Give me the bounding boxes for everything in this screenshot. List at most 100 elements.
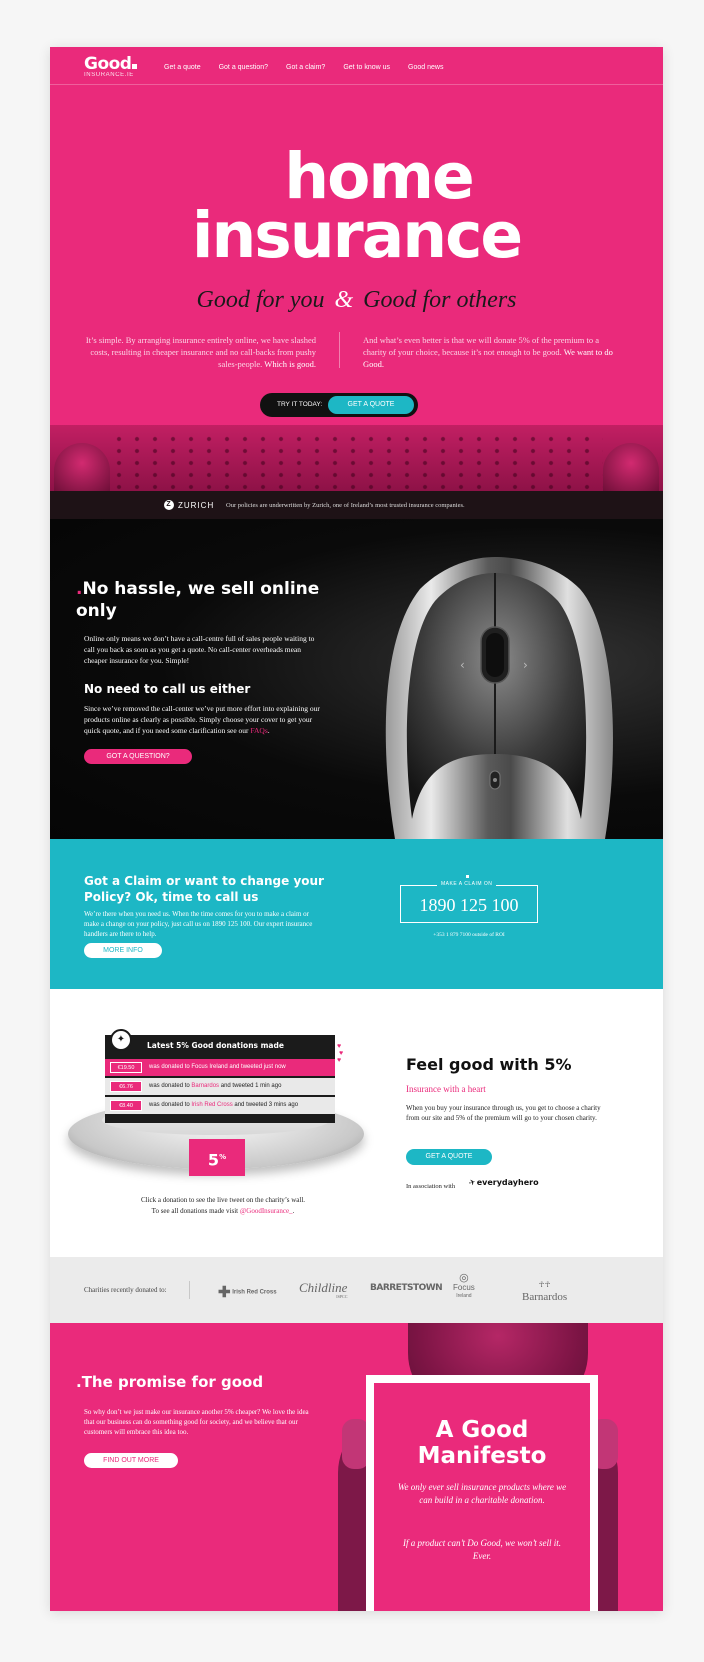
charities-bar: Charities recently donated to: ✚ Irish R… — [50, 1257, 663, 1323]
charity-logo-childline[interactable]: Childline ISPCC — [299, 1280, 347, 1299]
donation-amount: €6.76 — [110, 1081, 142, 1092]
focus-swirl-icon: ◎ — [459, 1272, 469, 1284]
svg-text:‹: ‹ — [460, 658, 465, 672]
donation-text-post: and tweeted 3 mins ago — [232, 1102, 299, 1108]
svg-text:›: › — [523, 658, 528, 672]
charity-logo-focus-ireland[interactable]: ◎ Focus Ireland — [453, 1272, 475, 1301]
promise-section: .The promise for good So why don’t we ju… — [50, 1323, 663, 1611]
manifesto-card: A Good Manifesto We only ever sell insur… — [366, 1375, 598, 1611]
donation-charity: Barnardos — [191, 1083, 220, 1089]
try-it-today-label: TRY IT TODAY: — [277, 401, 323, 408]
donations-section: Latest 5% Good donations made €19.50 was… — [50, 989, 663, 1257]
online-only-section: .No hassle, we sell online only Online o… — [50, 519, 663, 839]
charity-logo-barretstown[interactable]: BARRETSTOWN — [370, 1283, 443, 1293]
tagline-left: Good for you — [196, 287, 325, 313]
quote-pill: TRY IT TODAY: GET A QUOTE — [260, 393, 418, 417]
charity-logo-barnardos[interactable]: ☥☥ Barnardos — [522, 1279, 567, 1303]
nav-link-got-a-question[interactable]: Got a question? — [219, 64, 268, 71]
donation-row[interactable]: €19.50 was donated to Focus Ireland and … — [105, 1059, 335, 1076]
everydayhero-logo[interactable]: ✈everydayhero — [467, 1177, 539, 1188]
manifesto-title: A Good Manifesto — [417, 1417, 547, 1469]
more-info-button[interactable]: MORE INFO — [84, 943, 162, 958]
logo-text: Good — [84, 54, 132, 74]
logo-dot — [132, 64, 138, 69]
donation-text: was donated to Irish Red Cross and tweet… — [149, 1097, 298, 1114]
barnardos-figures-icon: ☥☥ — [538, 1280, 551, 1289]
association-label: In association with — [406, 1183, 456, 1190]
donations-note-line1: Click a donation to see the live tweet o… — [140, 1196, 306, 1204]
tagline: Good for you & Good for others — [50, 287, 663, 314]
five-percent-sign: % — [219, 1153, 227, 1161]
hero-get-quote-button[interactable]: GET A QUOTE — [328, 396, 414, 414]
donation-text-pre: was donated to Focus Ireland and tweeted… — [149, 1064, 286, 1070]
intro-divider — [339, 332, 340, 368]
donation-row[interactable]: €6.76 was donated to Barnardos and tweet… — [105, 1078, 335, 1095]
tagline-ampersand: & — [334, 287, 354, 313]
donation-row[interactable]: €8.40 was donated to Irish Red Cross and… — [105, 1097, 335, 1114]
promise-body: So why don’t we just make our insurance … — [84, 1408, 309, 1436]
red-cross-icon: ✚ — [218, 1284, 231, 1301]
find-out-more-button[interactable]: FIND OUT MORE — [84, 1453, 178, 1468]
hearts-icon: ♥ ♥ ♥ — [337, 1043, 344, 1064]
claim-box-label: MAKE A CLAIM ON — [437, 881, 497, 887]
charity-logo-irish-red-cross[interactable]: ✚ Irish Red Cross — [218, 1283, 277, 1301]
twitter-icon: ✦ — [110, 1029, 132, 1051]
mouse-image: ‹ › — [385, 557, 613, 839]
feel-good-heading: Feel good with 5% — [406, 1055, 572, 1074]
claim-section: Got a Claim or want to change your Polic… — [50, 839, 663, 989]
charities-divider — [189, 1281, 190, 1299]
sofa-arm-left — [54, 443, 110, 491]
donation-text-pre: was donated to — [149, 1083, 192, 1089]
donations-note-end: . — [292, 1207, 295, 1215]
claim-alt-number: +353 1 879 7100 outside of ROI — [433, 932, 505, 938]
zurich-text: Our policies are underwritten by Zurich,… — [226, 502, 465, 509]
claim-phone-number[interactable]: 1890 125 100 — [401, 895, 537, 916]
five-value: 5 — [207, 1150, 220, 1170]
zurich-icon: Z — [164, 500, 174, 510]
page: Good INSURANCE.IE Get a quote Got a ques… — [50, 47, 663, 1611]
hero-section: Good INSURANCE.IE Get a quote Got a ques… — [50, 47, 663, 519]
donation-text: was donated to Barnardos and tweeted 1 m… — [149, 1078, 281, 1095]
donation-amount: €19.50 — [110, 1062, 142, 1073]
claim-heading: Got a Claim or want to change your Polic… — [84, 874, 324, 904]
intro-right: And what’s even better is that we will d… — [363, 334, 613, 370]
nav-link-good-news[interactable]: Good news — [408, 64, 443, 71]
donations-screen: Latest 5% Good donations made €19.50 was… — [105, 1035, 335, 1123]
top-nav: Good INSURANCE.IE Get a quote Got a ques… — [50, 47, 663, 85]
everydayhero-icon: ✈ — [467, 1177, 478, 1188]
donation-amount: €8.40 — [110, 1100, 142, 1111]
twitter-handle-link[interactable]: @GoodInsurance_ — [240, 1207, 293, 1215]
nav-links: Get a quote Got a question? Got a claim?… — [164, 64, 443, 71]
manifesto-paragraph-2: If a product can’t Do Good, we won’t sel… — [403, 1538, 561, 1561]
claim-dot — [466, 875, 469, 878]
claim-number-box: MAKE A CLAIM ON 1890 125 100 — [400, 881, 538, 923]
sofa-image — [50, 425, 663, 491]
donations-note: Click a donation to see the live tweet o… — [105, 1195, 341, 1217]
nav-link-get-to-know-us[interactable]: Get to know us — [343, 64, 390, 71]
charity-subname: Ireland — [456, 1293, 472, 1299]
claim-body: We’re there when you need us. When the t… — [84, 910, 313, 938]
zurich-bar: Z ZURICH Our policies are underwritten b… — [50, 491, 663, 519]
manifesto-paragraph-1: We only ever sell insurance products whe… — [397, 1482, 567, 1505]
feel-good-body: When you buy your insurance through us, … — [406, 1104, 601, 1122]
charity-name: Focus — [453, 1283, 475, 1292]
zurich-logo: Z ZURICH — [164, 500, 214, 510]
donation-text-pre: was donated to — [149, 1102, 192, 1108]
feel-good-subheading: Insurance with a heart — [406, 1084, 486, 1094]
nav-link-got-a-claim[interactable]: Got a claim? — [286, 64, 325, 71]
donations-note-line2: To see all donations made visit — [151, 1207, 239, 1215]
donation-text: was donated to Focus Ireland and tweeted… — [149, 1059, 286, 1076]
hero-title-line2: insurance — [191, 199, 523, 272]
nav-link-get-a-quote[interactable]: Get a quote — [164, 64, 201, 71]
intro-left: It’s simple. By arranging insurance enti… — [80, 334, 316, 370]
donations-screen-title: Latest 5% Good donations made — [147, 1041, 284, 1050]
charity-name: Childline — [299, 1280, 348, 1295]
donation-text-post: and tweeted 1 min ago — [219, 1083, 282, 1089]
donations-get-quote-button[interactable]: GET A QUOTE — [406, 1149, 492, 1165]
everydayhero-logo-text: everydayhero — [476, 1178, 539, 1187]
sofa-arm-right — [603, 443, 659, 491]
logo[interactable]: Good INSURANCE.IE — [84, 54, 138, 78]
zurich-logo-text: ZURICH — [178, 500, 215, 510]
tagline-right: Good for others — [363, 287, 517, 313]
promise-heading-text: The promise for good — [81, 1373, 264, 1391]
